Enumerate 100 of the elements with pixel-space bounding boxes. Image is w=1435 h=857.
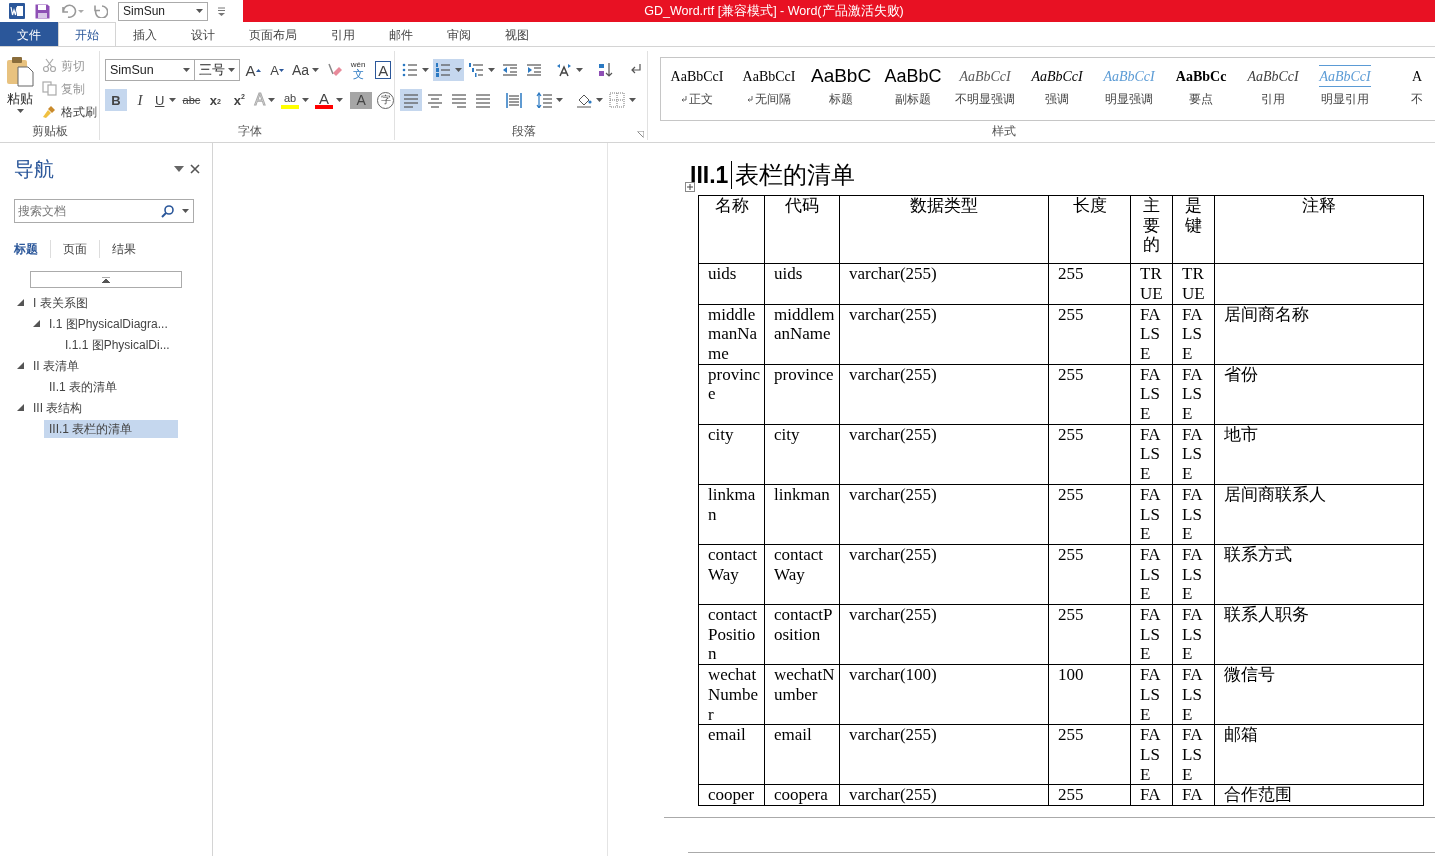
search-field[interactable]: 搜索文档: [14, 199, 194, 223]
expanded-triangle-icon[interactable]: [17, 362, 24, 369]
file-menu-tab[interactable]: 文件: [0, 22, 58, 46]
group-label: 样式: [990, 124, 1017, 140]
change-case-button[interactable]: Aa: [290, 59, 322, 81]
table-cell: FALSE: [1172, 304, 1215, 365]
decrease-indent-icon: [502, 62, 519, 78]
style-gallery-item[interactable]: AaBbCcI 引用: [1237, 58, 1310, 120]
ribbon-tab[interactable]: 审阅: [430, 22, 488, 46]
table-cell: coopera: [764, 784, 840, 806]
style-gallery-item[interactable]: AaBbCcI 不明显强调: [949, 58, 1022, 120]
outline-item[interactable]: I.1 图PhysicalDiagra...: [44, 314, 173, 333]
pane-tab[interactable]: 页面: [51, 240, 100, 258]
word-logo-icon[interactable]: [9, 3, 25, 19]
save-icon[interactable]: [35, 3, 50, 19]
dropdown-icon[interactable]: [174, 166, 184, 172]
redo-icon[interactable]: [94, 4, 108, 18]
ribbon-tab[interactable]: 视图: [488, 22, 546, 46]
outline-item[interactable]: III.1 表栏的清单: [44, 419, 178, 438]
style-gallery-item[interactable]: AaBbCcI 正文: [661, 58, 734, 120]
style-name: 引用: [1261, 91, 1286, 108]
bold-button[interactable]: B: [105, 89, 127, 111]
table-cell: city: [764, 424, 840, 485]
font-name-field[interactable]: SimSun: [105, 59, 195, 81]
table-cell: FALSE: [1172, 484, 1215, 545]
column-header: 代码: [764, 195, 840, 264]
outline-item[interactable]: I 表关系图: [28, 293, 93, 312]
outline-item[interactable]: II 表清单: [28, 356, 84, 375]
style-gallery-item[interactable]: AaBbCcI 强调: [1021, 58, 1094, 120]
expanded-triangle-icon[interactable]: [17, 404, 24, 411]
style-name: 正文: [681, 90, 714, 108]
table-cell: varchar(100): [839, 664, 1049, 725]
numbering-button[interactable]: [433, 59, 465, 81]
ribbon-tab[interactable]: 设计: [174, 22, 232, 46]
align-left-button[interactable]: [400, 89, 423, 111]
style-gallery-item[interactable]: A 不: [1381, 58, 1435, 120]
table-cell: FALSE: [1172, 364, 1215, 425]
table-cell: varchar(255): [839, 304, 1049, 365]
italic-button[interactable]: I: [129, 89, 151, 111]
highlight-button[interactable]: ab: [279, 89, 312, 111]
grow-font-button[interactable]: A: [242, 59, 264, 81]
style-gallery-item[interactable]: AaBbC 副标题: [877, 58, 950, 120]
caret-icon: [488, 68, 496, 72]
style-name: 要点: [1189, 91, 1214, 108]
pane-tab[interactable]: 标题: [14, 240, 51, 258]
character-shading-button[interactable]: A: [350, 91, 373, 109]
paste-button[interactable]: 粘贴: [0, 51, 40, 123]
ribbon-tab[interactable]: 开始: [58, 22, 116, 46]
table-cell: FALSE: [1130, 304, 1173, 365]
caret-icon: [196, 9, 203, 13]
shrink-font-button[interactable]: A: [266, 59, 288, 81]
phonetic-guide-button[interactable]: wén 文: [347, 59, 370, 81]
underline-button[interactable]: U: [153, 89, 179, 111]
caret-icon: [629, 98, 637, 102]
table-cell: email: [764, 724, 840, 785]
caret-icon: [422, 68, 430, 72]
table-cell: 省份: [1214, 364, 1424, 425]
format-painter-button[interactable]: 格式刷: [40, 100, 99, 123]
up-triangle-icon: [255, 68, 261, 72]
table-cell: 合作范围: [1214, 784, 1424, 806]
close-icon[interactable]: [190, 164, 200, 174]
table-cell: province: [764, 364, 840, 425]
character-border-button[interactable]: A: [375, 61, 392, 79]
table-cell: varchar(255): [839, 424, 1049, 485]
table-move-handle-icon[interactable]: [685, 182, 695, 192]
expanded-triangle-icon[interactable]: [17, 299, 24, 306]
ribbon-tab[interactable]: 引用: [314, 22, 372, 46]
align-center-icon: [427, 92, 444, 108]
ribbon-tab[interactable]: 插入: [116, 22, 174, 46]
group-label: 字体: [236, 124, 263, 140]
superscript-button[interactable]: x$^{2}$: [228, 89, 251, 111]
customize-toolbar-icon[interactable]: [218, 6, 225, 16]
style-gallery-item[interactable]: AaBbC 标题: [805, 58, 878, 120]
table-cell: 微信号: [1214, 664, 1424, 725]
style-gallery-item[interactable]: AaBbCcI 明显强调: [1093, 58, 1166, 120]
table-cell: 联系方式: [1214, 544, 1424, 605]
style-gallery-item[interactable]: AaBbCcI 无间隔: [733, 58, 806, 120]
search-icon: [161, 205, 174, 218]
pane-tab[interactable]: 结果: [100, 240, 148, 258]
ribbon-tab[interactable]: 页面布局: [232, 22, 314, 46]
strikethrough-button[interactable]: abc: [180, 89, 203, 111]
undo-icon[interactable]: [60, 4, 84, 18]
ribbon-tab[interactable]: 邮件: [372, 22, 430, 46]
table-cell: contactPosition: [764, 604, 840, 665]
style-gallery-item[interactable]: AaBbCc 要点: [1165, 58, 1238, 120]
caret-icon: [336, 98, 344, 102]
font-color-button[interactable]: A: [313, 89, 346, 111]
outline-item[interactable]: II.1 表的清单: [44, 377, 122, 396]
table-cell: 255: [1048, 364, 1131, 425]
expanded-triangle-icon[interactable]: [33, 320, 40, 327]
table-cell: TRUE: [1172, 263, 1215, 304]
justify-icon: [475, 92, 492, 108]
font-size-field[interactable]: 三号: [194, 59, 240, 81]
column-header: 注释: [1214, 195, 1424, 264]
outline-item[interactable]: I.1.1 图PhysicalDi...: [60, 335, 175, 354]
font-name-field[interactable]: SimSun: [118, 1, 208, 21]
outline-item[interactable]: III 表结构: [28, 398, 88, 417]
table-cell: linkman: [764, 484, 840, 545]
style-gallery-item[interactable]: AaBbCcI 明显引用: [1309, 58, 1382, 120]
table-cell: 居间商名称: [1214, 304, 1424, 365]
